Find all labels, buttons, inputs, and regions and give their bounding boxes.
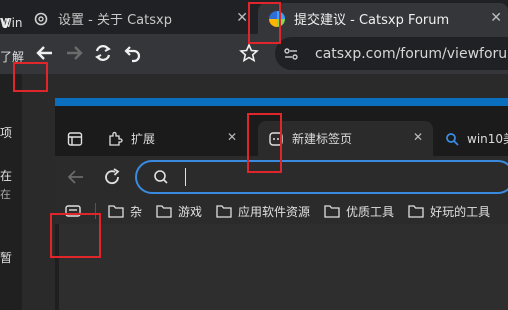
arrow-left-icon <box>67 170 83 184</box>
folder-icon <box>324 204 340 218</box>
tab-catsxp-forum[interactable]: 提交建议 - Catsxp Forum ✕ <box>258 3 508 34</box>
close-icon[interactable]: ✕ <box>490 10 502 26</box>
close-icon[interactable]: ✕ <box>236 10 248 26</box>
outer-url-text: catsxp.com/forum/viewforum <box>315 45 508 62</box>
tab-title: 提交建议 - Catsxp Forum <box>294 13 450 28</box>
tab-title: win10美化 <box>467 132 508 146</box>
folder-icon <box>156 204 172 218</box>
favorite-label: 杂 <box>130 204 143 219</box>
highlight-box <box>247 113 282 173</box>
tab-actions-icon <box>67 131 83 146</box>
outer-address-bar[interactable]: catsxp.com/forum/viewforum <box>275 37 508 70</box>
tab-title: 新建标签页 <box>292 132 353 146</box>
inner-address-bar[interactable] <box>135 160 508 194</box>
favorite-label: 应用软件资源 <box>238 204 311 219</box>
star-icon <box>239 43 259 63</box>
background-window: Win 了解 项 在 在 暂 <box>0 16 24 310</box>
folder-icon <box>216 204 232 218</box>
highlight-box <box>50 213 101 258</box>
refresh-button[interactable] <box>99 164 125 190</box>
bg-fragment: 项 <box>0 126 13 140</box>
inner-window-border <box>55 98 508 106</box>
reload-button[interactable] <box>90 40 116 66</box>
tab-title: 设置 - 关于 Catsxp <box>58 13 172 28</box>
gear-icon <box>32 10 50 28</box>
tab-extensions[interactable]: 扩展 ✕ <box>97 121 247 156</box>
arrow-right-icon <box>67 46 83 60</box>
folder-icon <box>408 204 424 218</box>
favorite-label: 优质工具 <box>346 204 395 219</box>
favorite-folder[interactable]: 应用软件资源 <box>216 203 310 220</box>
tab-search-win10[interactable]: win10美化 <box>435 121 508 156</box>
undo-button[interactable] <box>120 40 146 66</box>
highlight-box <box>13 62 48 92</box>
tab-settings-about[interactable]: 设置 - 关于 Catsxp ✕ <box>22 3 260 34</box>
back-button[interactable] <box>63 164 89 190</box>
favorite-folder[interactable]: 好玩的工具 <box>408 203 490 220</box>
refresh-icon <box>105 168 120 185</box>
extensions-icon <box>107 131 123 147</box>
favorite-folder[interactable]: 优质工具 <box>324 203 394 220</box>
forward-button[interactable] <box>61 40 87 66</box>
text-cursor <box>185 168 186 186</box>
favorite-folder[interactable]: 游戏 <box>156 203 202 220</box>
close-icon[interactable]: ✕ <box>413 130 423 144</box>
favorite-label: 游戏 <box>178 204 203 219</box>
undo-icon <box>124 46 141 63</box>
tab-title: 扩展 <box>131 132 156 146</box>
close-icon[interactable]: ✕ <box>227 130 237 144</box>
search-icon <box>445 131 459 147</box>
tab-new-tab[interactable]: 新建标签页 ✕ <box>258 121 433 156</box>
bg-fragment: 暂 <box>0 251 13 265</box>
site-info-icon[interactable] <box>283 46 299 62</box>
favorite-label: 好玩的工具 <box>430 204 491 219</box>
highlight-box <box>248 2 281 44</box>
new-tab-page-content <box>59 224 508 310</box>
folder-icon <box>108 204 124 218</box>
favorite-folder[interactable]: 杂 <box>108 203 142 220</box>
arrow-left-icon <box>36 46 52 60</box>
bg-fragment: 在 <box>0 188 11 201</box>
favorites-bar: 杂 游戏 应用软件资源 优质工具 好玩的工具 <box>55 198 508 224</box>
screenshot-root: V 设置 - 关于 Catsxp ✕ 提交建议 - Catsxp Forum ✕ <box>0 0 508 310</box>
tab-actions-button[interactable] <box>59 121 91 156</box>
bg-fragment: 在 <box>0 169 13 183</box>
reload-icon <box>95 45 111 61</box>
bg-fragment: Win <box>0 16 23 30</box>
search-icon <box>153 169 169 189</box>
